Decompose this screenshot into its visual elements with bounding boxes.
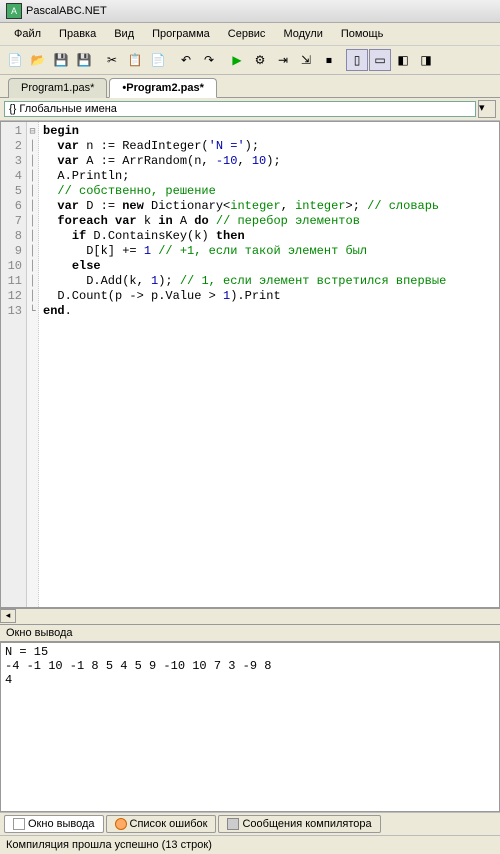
fold-minus-icon[interactable]: ⊟: [27, 124, 38, 139]
scope-bar: {} Глобальные имена ▾: [0, 98, 500, 121]
undo-icon[interactable]: ↶: [175, 49, 197, 71]
run-icon[interactable]: ▶: [226, 49, 248, 71]
menu-modules[interactable]: Модули: [275, 25, 330, 43]
line-gutter: 1 2 3 4 5 6 7 8 9 10 11 12 13: [1, 122, 27, 607]
menubar: Файл Правка Вид Программа Сервис Модули …: [0, 23, 500, 46]
copy-icon[interactable]: 📋: [124, 49, 146, 71]
btab-compiler[interactable]: Сообщения компилятора: [218, 815, 380, 833]
tab-program1[interactable]: Program1.pas*: [8, 78, 107, 98]
bottom-tabs: Окно вывода Список ошибок Сообщения комп…: [0, 812, 500, 835]
toolbar: 📄 📂 💾 💾 ✂ 📋 📄 ↶ ↷ ▶ ⚙ ⇥ ⇲ ⏹ ▯ ▭ ◧ ◨: [0, 46, 500, 75]
menu-program[interactable]: Программа: [144, 25, 218, 43]
compiler-icon: [227, 818, 239, 830]
scroll-left-icon[interactable]: ◂: [0, 609, 16, 623]
app-icon: A: [6, 3, 22, 19]
menu-view[interactable]: Вид: [106, 25, 142, 43]
output-icon: [13, 818, 25, 830]
redo-icon[interactable]: ↷: [198, 49, 220, 71]
panel4-icon[interactable]: ◨: [415, 49, 437, 71]
output-area[interactable]: N = 15 -4 -1 10 -1 8 5 4 5 9 -10 10 7 3 …: [0, 642, 500, 812]
file-tabs: Program1.pas* •Program2.pas*: [0, 75, 500, 98]
step-icon[interactable]: ⇥: [272, 49, 294, 71]
panel2-icon[interactable]: ▭: [369, 49, 391, 71]
new-file-icon[interactable]: 📄: [4, 49, 26, 71]
save-all-icon[interactable]: 💾: [73, 49, 95, 71]
scope-dropdown-icon[interactable]: ▾: [478, 100, 496, 118]
menu-service[interactable]: Сервис: [220, 25, 274, 43]
compile-icon[interactable]: ⚙: [249, 49, 271, 71]
output-header: Окно вывода: [0, 624, 500, 642]
open-file-icon[interactable]: 📂: [27, 49, 49, 71]
panel1-icon[interactable]: ▯: [346, 49, 368, 71]
menu-file[interactable]: Файл: [6, 25, 49, 43]
panel3-icon[interactable]: ◧: [392, 49, 414, 71]
errors-icon: [115, 818, 127, 830]
cut-icon[interactable]: ✂: [101, 49, 123, 71]
stop-icon[interactable]: ⏹: [318, 49, 340, 71]
menu-help[interactable]: Помощь: [333, 25, 392, 43]
hscroll[interactable]: ◂: [0, 608, 500, 624]
fold-column: ⊟ │││││││││││└: [27, 122, 39, 607]
titlebar: A PascalABC.NET: [0, 0, 500, 23]
code-area[interactable]: begin var n := ReadInteger('N ='); var A…: [39, 122, 499, 607]
btab-errors[interactable]: Список ошибок: [106, 815, 217, 833]
scope-select[interactable]: {} Глобальные имена: [4, 101, 476, 117]
tab-program2[interactable]: •Program2.pas*: [109, 78, 217, 98]
paste-icon[interactable]: 📄: [147, 49, 169, 71]
statusbar: Компиляция прошла успешно (13 строк): [0, 835, 500, 854]
save-icon[interactable]: 💾: [50, 49, 72, 71]
editor: 1 2 3 4 5 6 7 8 9 10 11 12 13 ⊟ ││││││││…: [0, 121, 500, 608]
btab-output[interactable]: Окно вывода: [4, 815, 104, 833]
menu-edit[interactable]: Правка: [51, 25, 104, 43]
app-title: PascalABC.NET: [26, 5, 107, 17]
step-into-icon[interactable]: ⇲: [295, 49, 317, 71]
